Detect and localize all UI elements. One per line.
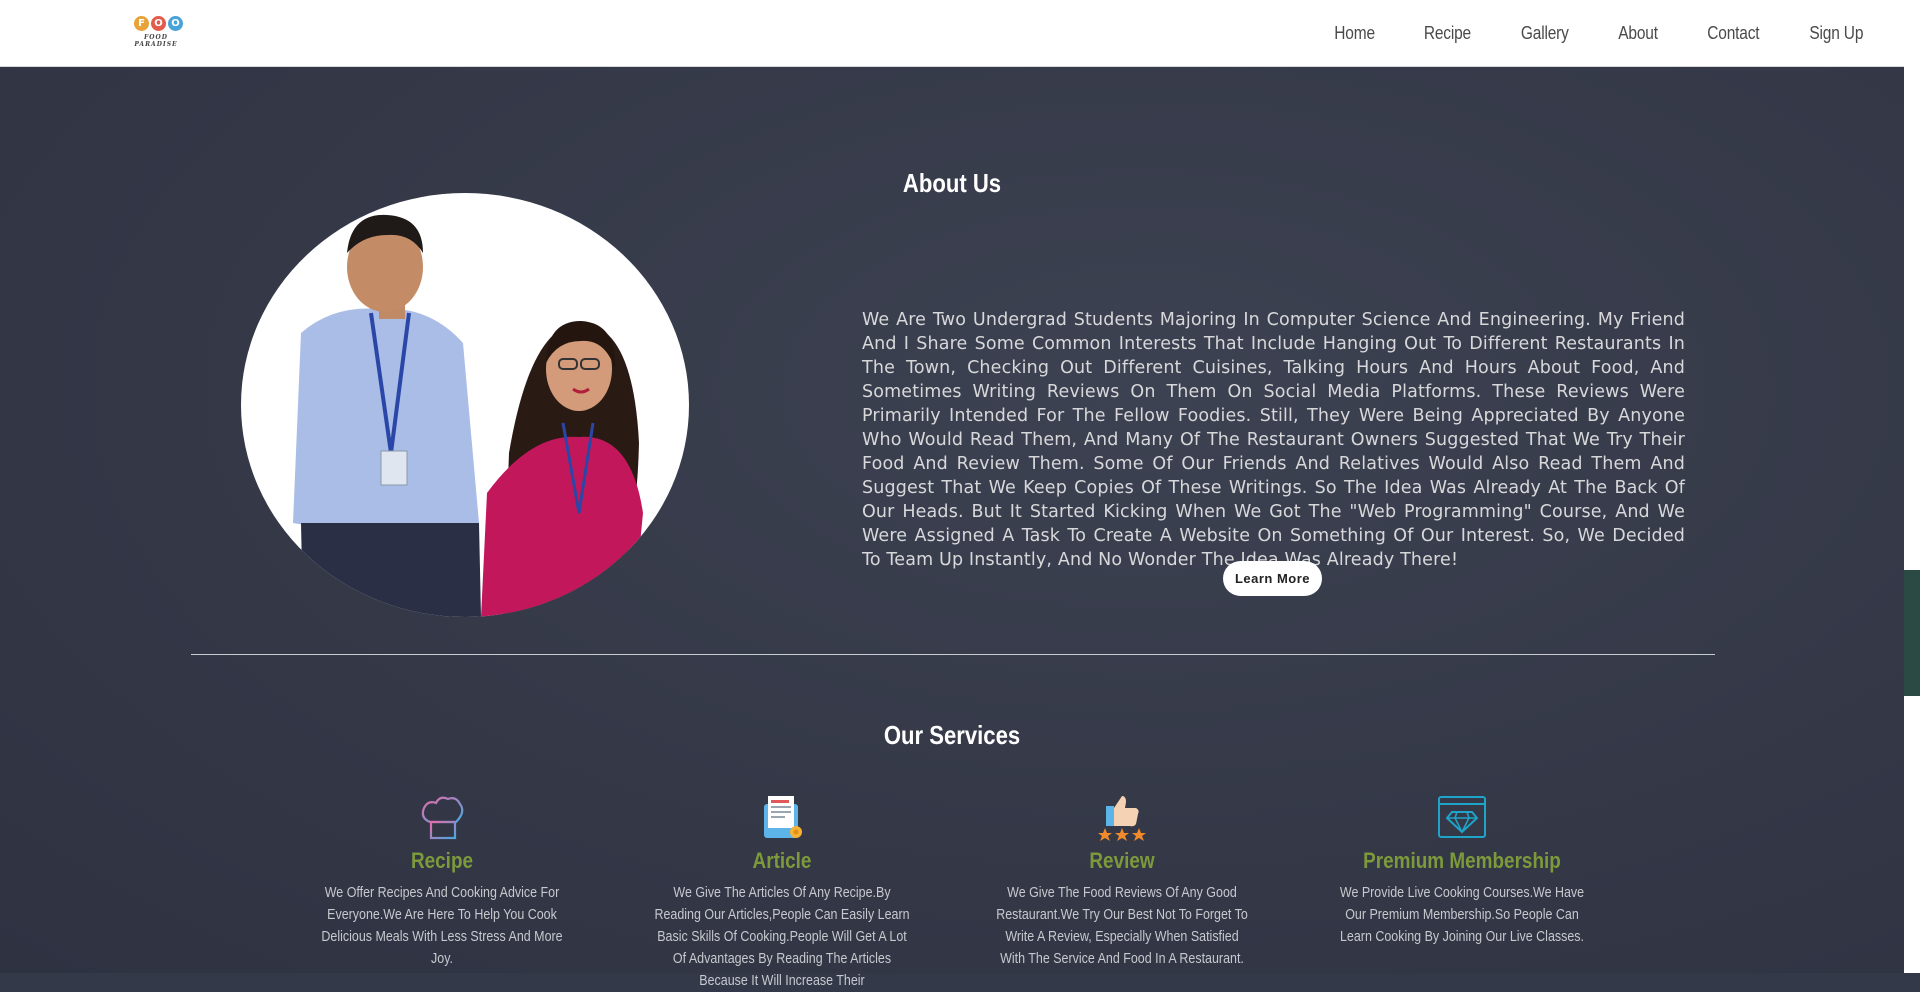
section-divider bbox=[191, 654, 1715, 655]
scrollbar-thumb[interactable] bbox=[1904, 570, 1920, 696]
logo-mark: F O O bbox=[134, 16, 183, 34]
nav-recipe[interactable]: Recipe bbox=[1424, 23, 1471, 44]
founders-photo bbox=[241, 193, 689, 617]
service-card-article[interactable]: Article We Give The Articles Of Any Reci… bbox=[632, 792, 932, 992]
nav-contact[interactable]: Contact bbox=[1707, 23, 1759, 44]
logo-letter-2: O bbox=[151, 16, 166, 31]
service-name: Review bbox=[1089, 848, 1155, 873]
learn-more-button[interactable]: Learn More bbox=[1223, 561, 1322, 596]
service-description: We Give The Articles Of Any Recipe.By Re… bbox=[654, 885, 910, 989]
about-description: We Are Two Undergrad Students Majoring I… bbox=[862, 309, 1685, 571]
article-certificate-icon bbox=[764, 796, 802, 838]
service-description: We Give The Food Reviews Of Any Good Res… bbox=[996, 885, 1248, 967]
logo[interactable]: F O O FOOD PARADISE bbox=[122, 14, 190, 48]
service-card-review[interactable]: Review We Give The Food Reviews Of Any G… bbox=[972, 792, 1272, 970]
service-card-premium[interactable]: Premium Membership We Provide Live Cooki… bbox=[1312, 792, 1612, 948]
nav-about[interactable]: About bbox=[1618, 23, 1658, 44]
services-title: Our Services bbox=[883, 719, 1021, 750]
service-name: Premium Membership bbox=[1363, 848, 1561, 873]
diamond-window-icon bbox=[1438, 796, 1486, 838]
nav-gallery[interactable]: Gallery bbox=[1521, 23, 1569, 44]
thumbs-up-stars-icon bbox=[1098, 796, 1146, 841]
logo-tagline: FOOD PARADISE bbox=[134, 34, 178, 48]
service-name: Article bbox=[752, 848, 812, 873]
service-description: We Provide Live Cooking Courses.We Have … bbox=[1339, 885, 1585, 945]
about-title: About Us bbox=[902, 167, 1002, 198]
logo-letter-3: O bbox=[168, 16, 183, 31]
navbar: F O O FOOD PARADISE Home Recipe Gallery … bbox=[0, 0, 1904, 67]
nav-home[interactable]: Home bbox=[1334, 23, 1375, 44]
service-name: Recipe bbox=[410, 848, 474, 873]
founders-illustration bbox=[293, 214, 643, 617]
service-card-recipe[interactable]: Recipe We Offer Recipes And Cooking Advi… bbox=[292, 792, 592, 970]
service-description: We Offer Recipes And Cooking Advice For … bbox=[321, 885, 563, 967]
scrollbar-track[interactable] bbox=[1904, 0, 1920, 973]
nav-menu: Home Recipe Gallery About Contact Sign U… bbox=[1331, 0, 1868, 66]
nav-sign-up[interactable]: Sign Up bbox=[1810, 23, 1864, 44]
logo-letter-1: F bbox=[134, 16, 149, 31]
chef-hat-icon bbox=[421, 796, 464, 840]
